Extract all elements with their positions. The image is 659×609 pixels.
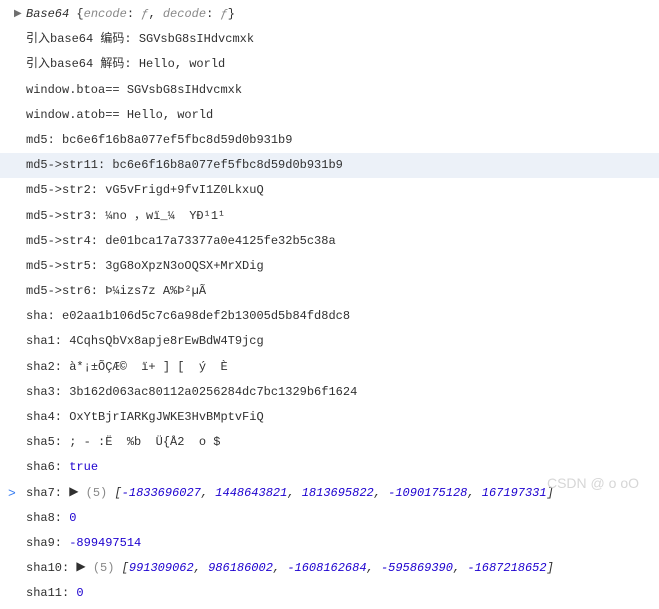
console-row: sha9: -899497514 (0, 531, 659, 556)
console-row: window.atob== Hello, world (0, 103, 659, 128)
row-content: 引入base64 解码: Hello, world (26, 55, 225, 74)
console-row: md5->str2: vG5vFrigd+9fvI1Z0LkxuQ (0, 178, 659, 203)
row-content: md5->str11: bc6e6f16b8a077ef5fbc8d59d0b9… (26, 156, 343, 175)
console-row: sha1: 4CqhsQbVx8apje8rEwBdW4T9jcg (0, 329, 659, 354)
console-row: ▶Base64 {encode: ƒ, decode: ƒ} (0, 2, 659, 27)
console-row: md5->str6: Þ¼izs7z A%Þ²µÃ (0, 279, 659, 304)
row-content: window.btoa== SGVsbG8sIHdvcmxk (26, 81, 242, 100)
console-row: md5: bc6e6f16b8a077ef5fbc8d59d0b931b9 (0, 128, 659, 153)
console-row: sha4: OxYtBjrIARKgJWKE3HvBMptvFiQ (0, 405, 659, 430)
row-content: md5->str3: ¼no ，wï_¼ YĐ¹1¹ (26, 207, 225, 226)
row-content: sha7: ▶ (5) [-1833696027, 1448643821, 18… (26, 484, 554, 503)
row-content: sha2: à*¡±ÕÇÆ© ï+ ] [ ý È (26, 358, 228, 377)
row-content: sha: e02aa1b106d5c7c6a98def2b13005d5b84f… (26, 307, 350, 326)
console-row: md5->str4: de01bca17a73377a0e4125fe32b5c… (0, 229, 659, 254)
row-content: sha1: 4CqhsQbVx8apje8rEwBdW4T9jcg (26, 332, 264, 351)
console-row: md5->str3: ¼no ，wï_¼ YĐ¹1¹ (0, 204, 659, 229)
row-content: md5->str6: Þ¼izs7z A%Þ²µÃ (26, 282, 206, 301)
row-content: sha3: 3b162d063ac80112a0256284dc7bc1329b… (26, 383, 357, 402)
row-content: Base64 {encode: ƒ, decode: ƒ} (26, 5, 235, 24)
console-row: sha8: 0 (0, 506, 659, 531)
row-content: sha4: OxYtBjrIARKgJWKE3HvBMptvFiQ (26, 408, 264, 427)
row-content: md5->str5: 3gG8oXpzN3oOQSX+MrXDig (26, 257, 264, 276)
row-content: md5->str2: vG5vFrigd+9fvI1Z0LkxuQ (26, 181, 264, 200)
console-row: md5->str11: bc6e6f16b8a077ef5fbc8d59d0b9… (0, 153, 659, 178)
row-content: window.atob== Hello, world (26, 106, 213, 125)
row-content: sha8: 0 (26, 509, 76, 528)
expand-arrow-icon[interactable]: ▶ (69, 483, 78, 502)
row-content: sha11: 0 (26, 584, 84, 603)
console-row: sha3: 3b162d063ac80112a0256284dc7bc1329b… (0, 380, 659, 405)
row-content: md5: bc6e6f16b8a077ef5fbc8d59d0b931b9 (26, 131, 292, 150)
console-row: sha5: ; - :Ë %b Ü{Å2 o $ (0, 430, 659, 455)
console-prompt[interactable]: > (8, 486, 16, 501)
console-row: 引入base64 解码: Hello, world (0, 52, 659, 77)
row-content: 引入base64 编码: SGVsbG8sIHdvcmxk (26, 30, 254, 49)
row-content: md5->str4: de01bca17a73377a0e4125fe32b5c… (26, 232, 336, 251)
row-content: sha9: -899497514 (26, 534, 141, 553)
row-content: sha5: ; - :Ë %b Ü{Å2 o $ (26, 433, 220, 452)
console-row: 引入base64 编码: SGVsbG8sIHdvcmxk (0, 27, 659, 52)
expand-arrow-icon[interactable]: ▶ (14, 7, 22, 23)
console-output: ▶Base64 {encode: ƒ, decode: ƒ}引入base64 编… (0, 0, 659, 609)
expand-arrow-icon[interactable]: ▶ (76, 558, 85, 577)
console-row: sha10: ▶ (5) [991309062, 986186002, -160… (0, 556, 659, 581)
console-row: sha: e02aa1b106d5c7c6a98def2b13005d5b84f… (0, 304, 659, 329)
console-row: sha11: 0 (0, 581, 659, 606)
row-content: sha6: true (26, 458, 98, 477)
console-row: window.btoa== SGVsbG8sIHdvcmxk (0, 78, 659, 103)
console-row: sha2: à*¡±ÕÇÆ© ï+ ] [ ý È (0, 355, 659, 380)
row-content: sha10: ▶ (5) [991309062, 986186002, -160… (26, 559, 554, 578)
watermark: CSDN @ o oO (547, 475, 639, 491)
console-row: md5->str5: 3gG8oXpzN3oOQSX+MrXDig (0, 254, 659, 279)
